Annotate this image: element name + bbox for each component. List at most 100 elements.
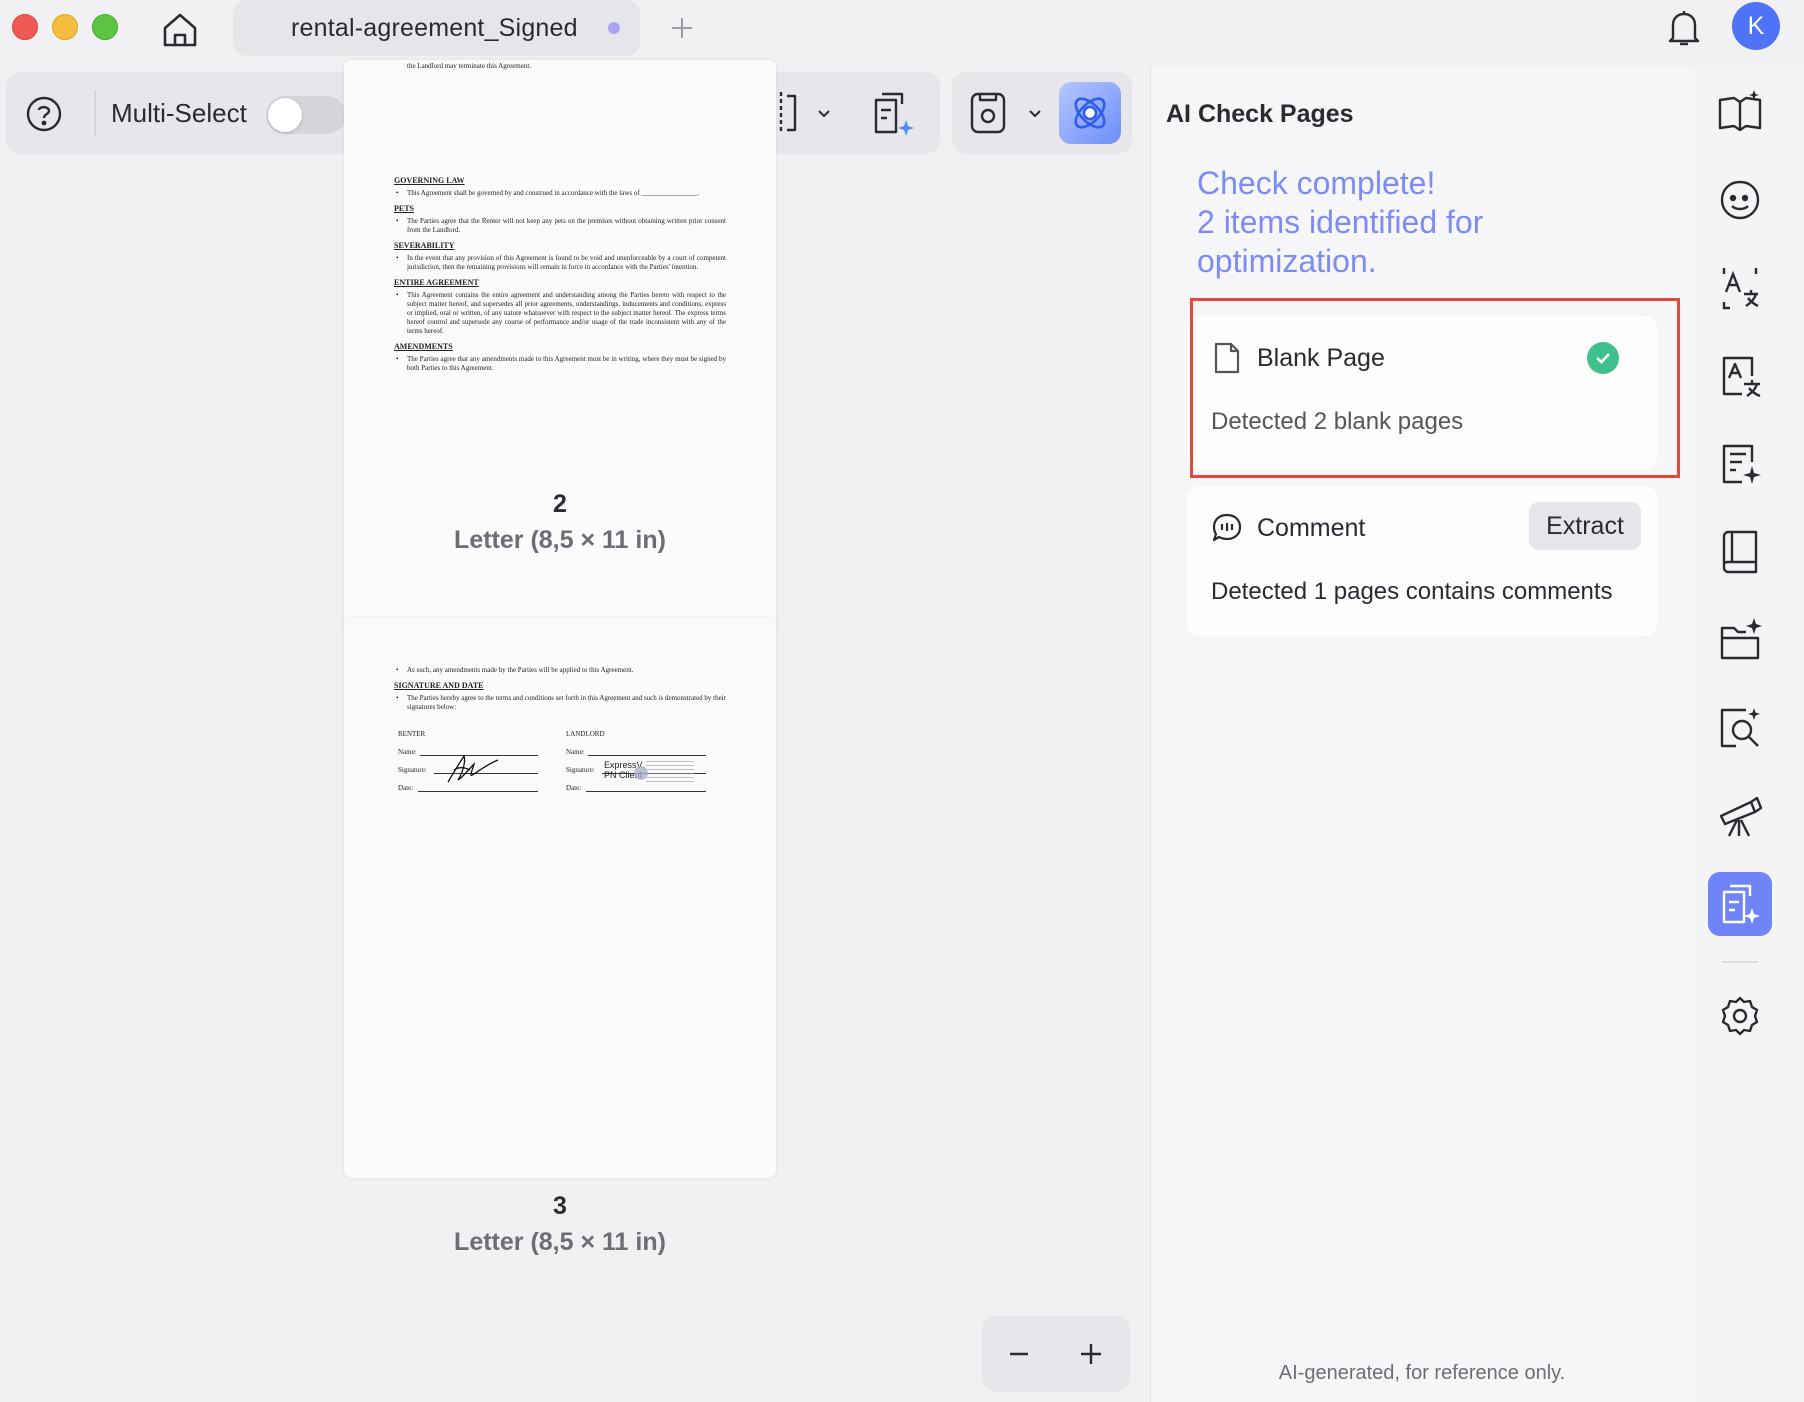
comment-icon <box>1211 510 1243 546</box>
signature-block: RENTER LANDLORD Name: Name: Signature: S… <box>394 730 726 800</box>
ai-assistant-icon <box>1074 97 1106 129</box>
search-sparkle-icon <box>1720 708 1760 748</box>
sidebar-ai-chat[interactable] <box>1708 168 1772 232</box>
save-icon <box>970 92 1041 134</box>
renter-signature-label: Signature: <box>398 766 427 774</box>
sidebar-translate[interactable] <box>1708 256 1772 320</box>
zoom-in-button[interactable] <box>1066 1330 1116 1378</box>
toolbar-group-save <box>952 72 1132 154</box>
sidebar-divider <box>1722 961 1758 963</box>
bell-icon <box>1668 11 1700 46</box>
translate-document-icon <box>1722 356 1761 398</box>
translate-icon <box>1722 268 1759 310</box>
card-title: Comment <box>1257 514 1366 542</box>
card-description: Detected 1 pages contains comments <box>1211 578 1613 605</box>
title-bar: rental-agreement_Signed K <box>0 0 1804 66</box>
sidebar-book[interactable] <box>1708 520 1772 584</box>
landlord-date-line <box>586 782 706 792</box>
section-heading: SEVERABILITY <box>394 241 455 250</box>
plus-icon <box>1081 1344 1101 1364</box>
stamp-seal-icon <box>634 766 648 780</box>
renter-date-line <box>418 782 538 792</box>
section-heading: SIGNATURE AND DATE <box>394 681 484 690</box>
folder-sparkle-icon <box>1720 618 1762 660</box>
new-tab-button[interactable] <box>660 6 704 50</box>
page-check-sparkle-icon <box>1722 884 1760 924</box>
page-size-2: Letter (8,5 × 11 in) <box>454 526 666 554</box>
landlord-signature-label: Signature: <box>566 766 595 774</box>
extract-button[interactable]: Extract <box>1529 502 1641 550</box>
section-text: The Parties agree that the Renter will n… <box>394 217 726 235</box>
telescope-icon <box>1719 796 1763 837</box>
check-result-detail: 2 items identified for optimization. <box>1197 204 1484 279</box>
zoom-controls <box>982 1316 1130 1392</box>
sidebar-ai-folder[interactable] <box>1708 608 1772 672</box>
comment-card[interactable]: Comment Extract Detected 1 pages contain… <box>1187 486 1657 636</box>
page-2-content: GOVERNING LAW This Agreement shall be go… <box>394 170 726 379</box>
minimize-window-button[interactable] <box>52 14 78 40</box>
sidebar-ai-translate[interactable] <box>1708 344 1772 408</box>
section-text: The Parties hereby agree to the terms an… <box>394 694 726 712</box>
landlord-name-label: Name: <box>566 748 585 756</box>
home-button[interactable] <box>156 6 204 54</box>
plus-icon <box>672 18 692 38</box>
ai-page-tool-button[interactable] <box>869 88 921 138</box>
check-result-message: Check complete! 2 items identified for o… <box>1197 164 1667 281</box>
gear-icon <box>1721 996 1759 1036</box>
page-3-content: As such, any amendments made by the Part… <box>394 666 726 718</box>
sidebar-ai-reader[interactable] <box>1708 80 1772 144</box>
page-thumbnails-area: the Landlord may terminate this Agreemen… <box>0 60 1140 1402</box>
home-icon <box>163 13 197 47</box>
section-text: In the event that any provision of this … <box>394 254 726 272</box>
handwritten-signature <box>447 754 499 783</box>
unsaved-dot <box>608 22 620 34</box>
highlight-box <box>1190 298 1680 478</box>
page-sparkle-icon <box>874 92 914 136</box>
close-window-button[interactable] <box>12 14 38 40</box>
toolbar-divider <box>94 90 96 136</box>
section-text: As such, any amendments made by the Part… <box>394 666 726 675</box>
maximize-window-button[interactable] <box>92 14 118 40</box>
section-heading: GOVERNING LAW <box>394 176 465 185</box>
ai-assistant-button[interactable] <box>1059 82 1121 144</box>
renter-label: RENTER <box>398 730 426 738</box>
help-icon <box>26 96 62 132</box>
sidebar-ai-check-pages[interactable] <box>1708 872 1772 936</box>
page-number-2: 2 <box>553 490 567 518</box>
right-sidebar <box>1692 66 1804 1402</box>
section-text: The Parties agree that any amendments ma… <box>394 355 726 373</box>
page-number-3: 3 <box>553 1192 567 1220</box>
tab-title: rental-agreement_Signed <box>291 13 578 42</box>
book-sparkle-icon <box>1718 90 1762 132</box>
page-size-3: Letter (8,5 × 11 in) <box>454 1228 666 1256</box>
renter-date-label: Date: <box>398 784 414 792</box>
sidebar-ai-search[interactable] <box>1708 696 1772 760</box>
document-sparkle-icon <box>1722 444 1761 484</box>
landlord-date-label: Date: <box>566 784 582 792</box>
panel-title: AI Check Pages <box>1166 100 1354 128</box>
avatar[interactable]: K <box>1732 2 1780 50</box>
document-tab[interactable]: rental-agreement_Signed <box>233 0 640 56</box>
help-button[interactable] <box>20 90 68 138</box>
section-heading: PETS <box>394 204 415 213</box>
page-partial-line: the Landlord may terminate this Agreemen… <box>407 62 532 70</box>
toggle-knob <box>268 98 302 132</box>
section-text: This Agreement contains the entire agree… <box>394 291 726 336</box>
stamp-fine-print <box>646 760 694 782</box>
sidebar-settings[interactable] <box>1708 984 1772 1048</box>
ai-disclaimer: AI-generated, for reference only. <box>1278 1362 1566 1384</box>
notifications-button[interactable] <box>1662 4 1706 52</box>
book-icon <box>1722 530 1758 574</box>
renter-name-label: Name: <box>398 748 417 756</box>
toolbar-group-select: Multi-Select <box>6 72 356 154</box>
check-result-title: Check complete! <box>1197 165 1436 201</box>
ai-check-panel: AI Check Pages Check complete! 2 items i… <box>1150 66 1692 1402</box>
sidebar-ai-summary[interactable] <box>1708 432 1772 496</box>
landlord-name-line <box>588 746 706 756</box>
sidebar-present[interactable] <box>1708 784 1772 848</box>
zoom-out-button[interactable] <box>994 1330 1044 1378</box>
save-button[interactable] <box>966 88 1046 138</box>
multi-select-toggle[interactable] <box>266 96 346 134</box>
chat-bot-icon <box>1720 180 1760 220</box>
page-thumbnail-3[interactable]: As such, any amendments made by the Part… <box>344 618 776 1178</box>
